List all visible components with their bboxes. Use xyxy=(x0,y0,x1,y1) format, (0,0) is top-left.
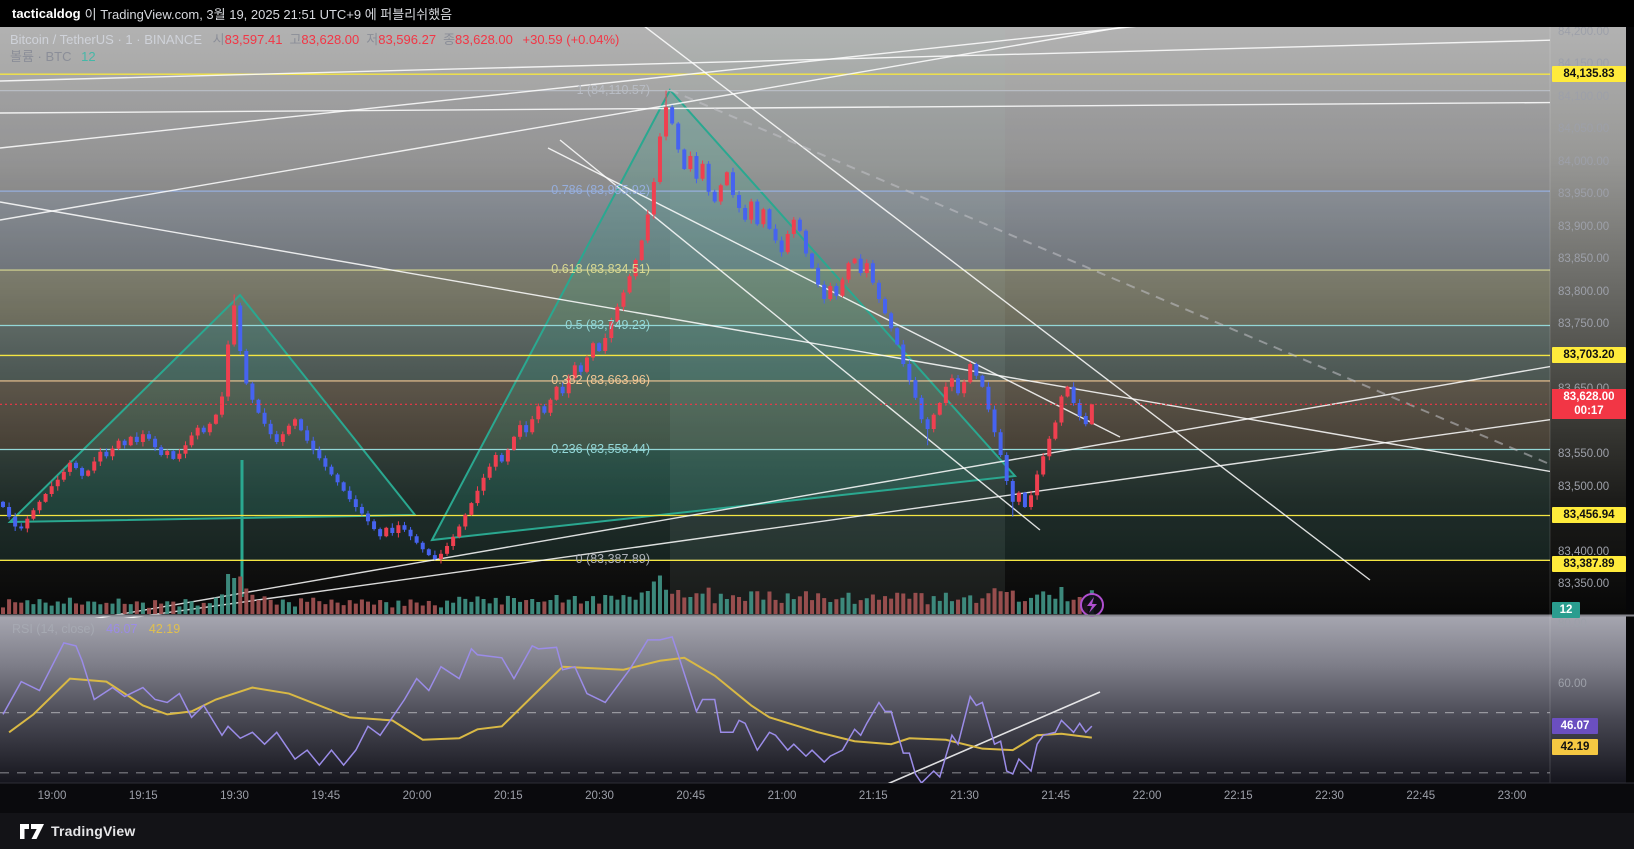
ohlc-label: 종 xyxy=(443,32,456,47)
legend-volume-row: 볼륨 · BTC 12 xyxy=(10,48,619,65)
price-axis-tick: 83,750.00 xyxy=(1558,318,1610,330)
time-axis-label: 19:00 xyxy=(37,790,67,802)
rsi-ma-value: 42.19 xyxy=(148,622,181,636)
ohlc-value: 83,628.00 xyxy=(301,32,360,47)
time-axis-label: 23:00 xyxy=(1497,790,1527,802)
fib-level-label[interactable]: 0.5 (83,749.23) xyxy=(300,318,650,332)
ohlc-value: 83,628.00 xyxy=(455,32,513,47)
rsi-value-badge: 46.07 xyxy=(1552,718,1598,735)
volume-value: 12 xyxy=(81,49,96,64)
pane-separator[interactable] xyxy=(0,614,1634,617)
main-plot[interactable] xyxy=(0,0,1634,625)
tradingview-logo-icon[interactable] xyxy=(20,823,44,839)
time-axis-label: 22:45 xyxy=(1406,790,1436,802)
volume-label[interactable]: 볼륨 · BTC xyxy=(10,49,71,64)
countdown-timer: 00:17 xyxy=(1574,405,1604,418)
time-axis-label: 20:00 xyxy=(402,790,432,802)
footer-bar: TradingView xyxy=(0,813,1634,849)
time-axis-label: 21:15 xyxy=(858,790,888,802)
alert-price-badge-2: 83,703.20 xyxy=(1552,347,1626,364)
rsi-axis-tick: 80.00 xyxy=(1558,618,1587,630)
time-axis-label: 20:30 xyxy=(585,790,614,802)
rsi-ma-value-badge: 42.19 xyxy=(1552,738,1598,755)
time-axis-label: 22:15 xyxy=(1223,790,1253,802)
tradingview-brand-text[interactable]: TradingView xyxy=(51,823,135,839)
change-value: +30.59 (+0.04%) xyxy=(522,32,620,47)
rsi-pane-bg xyxy=(0,616,1628,783)
ohlc-value: 83,597.41 xyxy=(224,32,283,47)
fib-level-label[interactable]: 0.236 (83,558.44) xyxy=(300,442,650,456)
symbol-title[interactable]: Bitcoin / TetherUS xyxy=(10,32,114,47)
chart-legend: Bitcoin / TetherUS · 1 · BINANCE 시83,597… xyxy=(10,31,619,65)
price-axis-tick: 83,500.00 xyxy=(1558,480,1610,493)
price-axis-tick: 83,800.00 xyxy=(1558,285,1610,298)
fib-level-label[interactable]: 0.618 (83,834.51) xyxy=(300,262,650,276)
lightning-icon[interactable] xyxy=(1080,593,1104,617)
legend-symbol-row: Bitcoin / TetherUS · 1 · BINANCE 시83,597… xyxy=(10,32,620,47)
time-axis-label: 19:45 xyxy=(311,790,341,802)
price-axis-tick: 83,550.00 xyxy=(1558,448,1610,460)
ohlc-label: 저 xyxy=(366,32,379,47)
fib-level-label[interactable]: 1 (84,110.57) xyxy=(300,83,650,97)
price-axis-tick: 83,350.00 xyxy=(1558,578,1610,590)
ohlc-values: 시83,597.41 고83,628.00 저83,596.27 종83,628.00 xyxy=(206,32,513,47)
time-axis-label: 19:30 xyxy=(220,790,249,802)
alert-price-badge-1: 84,135.83 xyxy=(1552,66,1626,83)
time-axis-label: 21:45 xyxy=(1041,790,1071,802)
interval[interactable]: 1 xyxy=(125,32,132,47)
price-axis-tick: 83,900.00 xyxy=(1558,220,1610,233)
fib-level-label[interactable]: 0.382 (83,663.96) xyxy=(300,373,650,387)
current-price-badge: 83,628.00 00:17 xyxy=(1552,389,1626,420)
alert-price-badge-3: 83,456.94 xyxy=(1552,507,1626,524)
time-axis-label: 20:45 xyxy=(676,790,706,802)
current-price-value: 83,628.00 xyxy=(1563,391,1615,404)
time-axis-label: 19:15 xyxy=(128,790,158,802)
price-axis-tick: 84,100.00 xyxy=(1558,90,1610,103)
chart-canvas[interactable] xyxy=(0,0,1634,849)
ohlc-label: 시 xyxy=(212,32,225,47)
rsi-axis-tick: 60.00 xyxy=(1558,677,1587,690)
publish-bar: tacticaldog 이 TradingView.com, 3월 19, 20… xyxy=(0,0,1634,27)
publish-text: 이 TradingView.com, 3월 19, 2025 21:51 UTC… xyxy=(84,7,453,22)
exchange[interactable]: BINANCE xyxy=(144,32,202,47)
fib-level-label[interactable]: 0.786 (83,955.92) xyxy=(300,183,650,197)
time-axis-label: 20:15 xyxy=(493,790,523,802)
time-axis-label: 22:30 xyxy=(1315,790,1344,802)
rsi-value: 46.07 xyxy=(106,622,138,636)
rsi-indicator-header: RSI (14, close) 46.07 42.19 xyxy=(12,622,180,636)
price-axis-tick: 84,050.00 xyxy=(1558,123,1610,135)
price-axis-tick: 83,950.00 xyxy=(1558,188,1610,200)
price-axis-tick: 84,200.00 xyxy=(1558,25,1610,38)
volume-badge: 12 xyxy=(1552,602,1580,618)
price-axis-tick: 83,850.00 xyxy=(1558,253,1610,265)
ohlc-label: 고 xyxy=(289,32,302,47)
time-axis-label: 21:30 xyxy=(950,790,979,802)
ohlc-value: 83,596.27 xyxy=(378,32,437,47)
rsi-title[interactable]: RSI (14, close) xyxy=(12,622,95,636)
fib-level-label[interactable]: 0 (83,387.89) xyxy=(300,552,650,566)
time-axis-label: 22:00 xyxy=(1132,790,1162,802)
publish-username[interactable]: tacticaldog xyxy=(12,6,81,21)
price-axis-tick: 84,000.00 xyxy=(1558,155,1610,168)
alert-price-badge-4: 83,387.89 xyxy=(1552,556,1626,573)
time-axis-label: 21:00 xyxy=(767,790,797,802)
